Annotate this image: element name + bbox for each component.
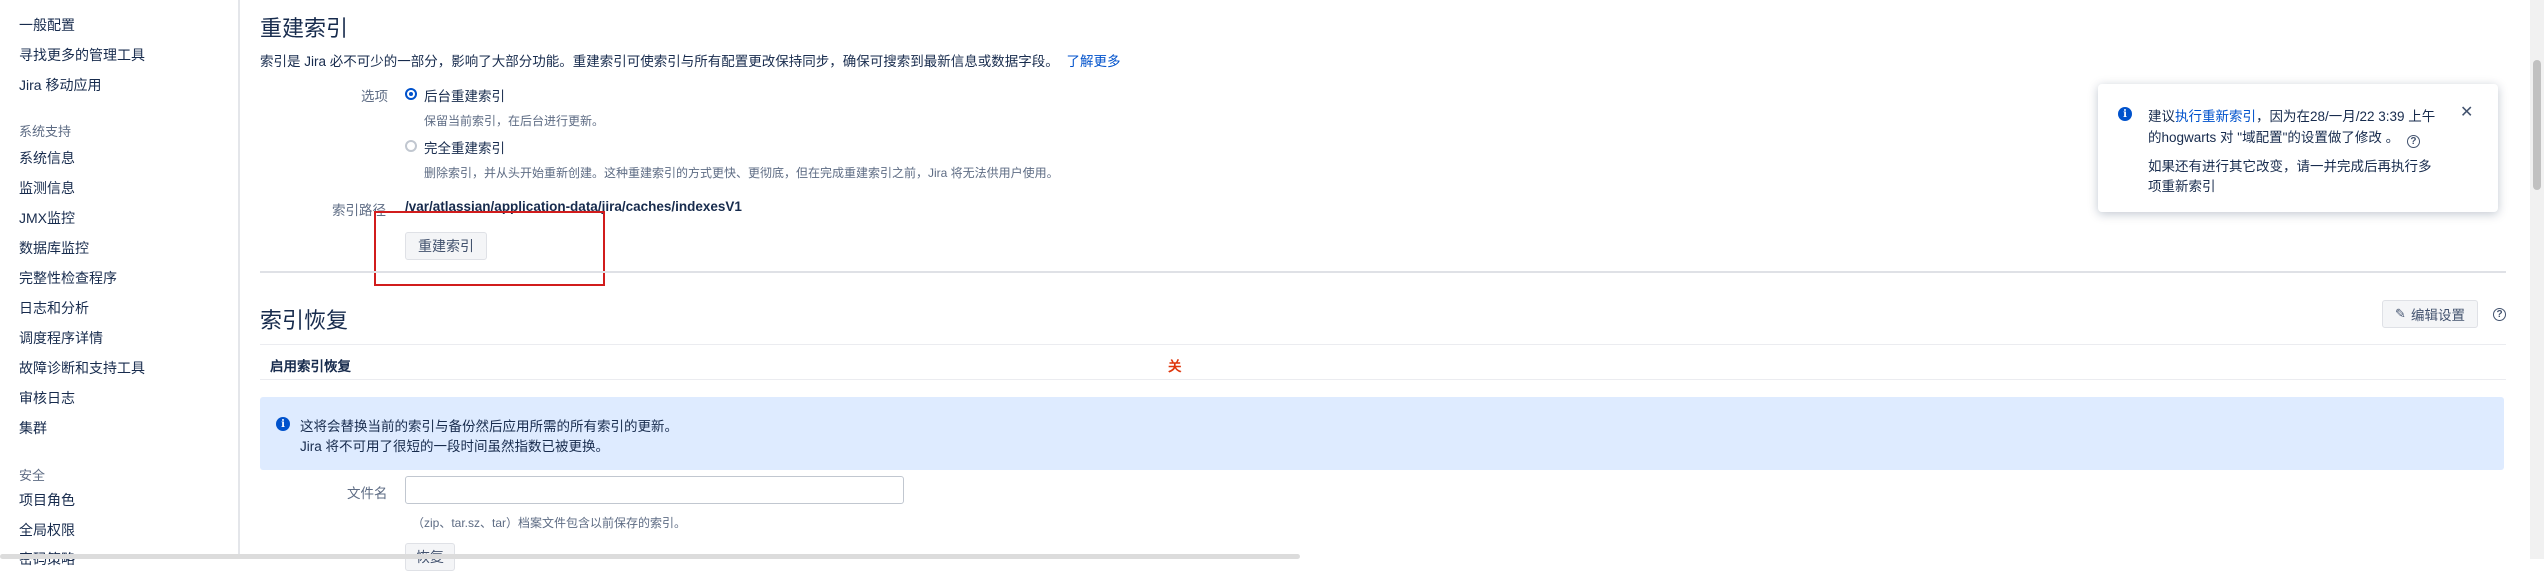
sidebar-item-jmx-monitoring[interactable]: JMX监控 [19,208,75,228]
recovery-info-message: i 这将会替换当前的索引与备份然后应用所需的所有索引的更新。 Jira 将不可用… [260,397,2504,470]
sidebar-item-general-config[interactable]: 一般配置 [19,15,75,35]
sidebar-section-security: 安全 [19,468,46,483]
edit-settings-button[interactable]: ✎ 编辑设置 [2382,300,2478,328]
full-reindex-help: 删除索引，并从头开始重新创建。这种重建索引的方式更快、更彻底，但在完成重建索引之… [424,166,1059,180]
sidebar-item-cluster[interactable]: 集群 [19,418,47,438]
flag-line1-rest: ，因为在28/一月/22 3:39 上午 [2256,109,2436,124]
sidebar-item-system-info[interactable]: 系统信息 [19,148,75,168]
reindex-description: 索引是 Jira 必不可少的一部分，影响了大部分功能。重建索引可使索引与所有配置… [260,54,1059,69]
reindex-suggestion-flag: i 建议执行重新索引，因为在28/一月/22 3:39 上午 的hogwarts… [2098,84,2498,212]
sidebar-item-find-admin-tools[interactable]: 寻找更多的管理工具 [19,45,145,65]
flag-help-icon[interactable]: ? [2406,135,2420,148]
sidebar-item-jira-mobile[interactable]: Jira 移动应用 [19,75,101,95]
sidebar-item-global-permissions[interactable]: 全局权限 [19,520,75,540]
file-name-input[interactable] [405,476,904,504]
sidebar-item-project-roles[interactable]: 项目角色 [19,490,75,510]
sidebar-item-logging-profiling[interactable]: 日志和分析 [19,298,89,318]
perform-reindex-link[interactable]: 执行重新索引 [2175,109,2256,124]
table-top-border [260,344,2506,345]
info-icon: i [276,417,290,431]
admin-sidebar: 一般配置 寻找更多的管理工具 Jira 移动应用 系统支持 系统信息 监测信息 … [0,0,240,567]
flag-line-1: 建议执行重新索引，因为在28/一月/22 3:39 上午 [2148,105,2435,125]
scrollbar-thumb[interactable] [2533,60,2541,190]
sidebar-item-database-monitoring[interactable]: 数据库监控 [19,238,89,258]
info-line-2: Jira 将不可用了很短的一段时间虽然指数已被更换。 [300,439,610,454]
sidebar-item-monitoring-info[interactable]: 监测信息 [19,178,75,198]
flag-line-3: 如果还有进行其它改变，请一并完成后再执行多 [2148,159,2432,174]
sidebar-item-scheduler-details[interactable]: 调度程序详情 [19,328,103,348]
horizontal-scrollbar[interactable] [0,554,1300,559]
background-reindex-radio[interactable] [405,88,417,100]
section-divider [260,271,2506,273]
help-icon[interactable]: ? [2493,308,2506,321]
flag-info-icon: i [2118,107,2132,121]
enable-recovery-label: 启用索引恢复 [270,359,351,374]
sidebar-item-password-policy[interactable]: 密码策略 [19,549,75,569]
pencil-icon: ✎ [2395,306,2406,321]
recovery-title: 索引恢复 [260,308,349,333]
full-reindex-radio[interactable] [405,140,417,152]
vertical-scrollbar[interactable] [2530,0,2544,559]
learn-more-link[interactable]: 了解更多 [1067,54,1121,69]
close-icon[interactable]: ✕ [2460,102,2473,122]
option-label: 选项 [361,89,388,104]
sidebar-section-system-support: 系统支持 [19,124,72,139]
flag-prefix: 建议 [2148,109,2175,124]
reindex-description-row: 索引是 Jira 必不可少的一部分，影响了大部分功能。重建索引可使索引与所有配置… [260,50,1121,70]
flag-line-2: 的hogwarts 对 "域配置"的设置做了修改 。 ? [2148,126,2420,148]
background-reindex-label[interactable]: 后台重建索引 [424,85,505,105]
file-name-label: 文件名 [347,486,388,501]
edit-settings-label: 编辑设置 [2410,308,2465,323]
sidebar-item-integrity-checker[interactable]: 完整性检查程序 [19,268,117,288]
file-name-hint: （zip、tar.sz、tar）档案文件包含以前保存的索引。 [412,516,687,530]
flag-line-4: 项重新索引 [2148,179,2216,194]
highlight-box [374,211,605,286]
background-reindex-help: 保留当前索引，在后台进行更新。 [424,114,605,128]
full-reindex-label[interactable]: 完全重建索引 [424,137,505,157]
enable-recovery-value: 关 [1168,359,1182,374]
flag-line2-text: 的hogwarts 对 "域配置"的设置做了修改 。 [2148,130,2400,145]
sidebar-item-audit-log[interactable]: 审核日志 [19,388,75,408]
sidebar-item-troubleshooting-tools[interactable]: 故障诊断和支持工具 [19,358,145,378]
info-line-1: 这将会替换当前的索引与备份然后应用所需的所有索引的更新。 [300,419,678,434]
table-bottom-border [260,379,2506,380]
reindex-title: 重建索引 [260,16,349,41]
